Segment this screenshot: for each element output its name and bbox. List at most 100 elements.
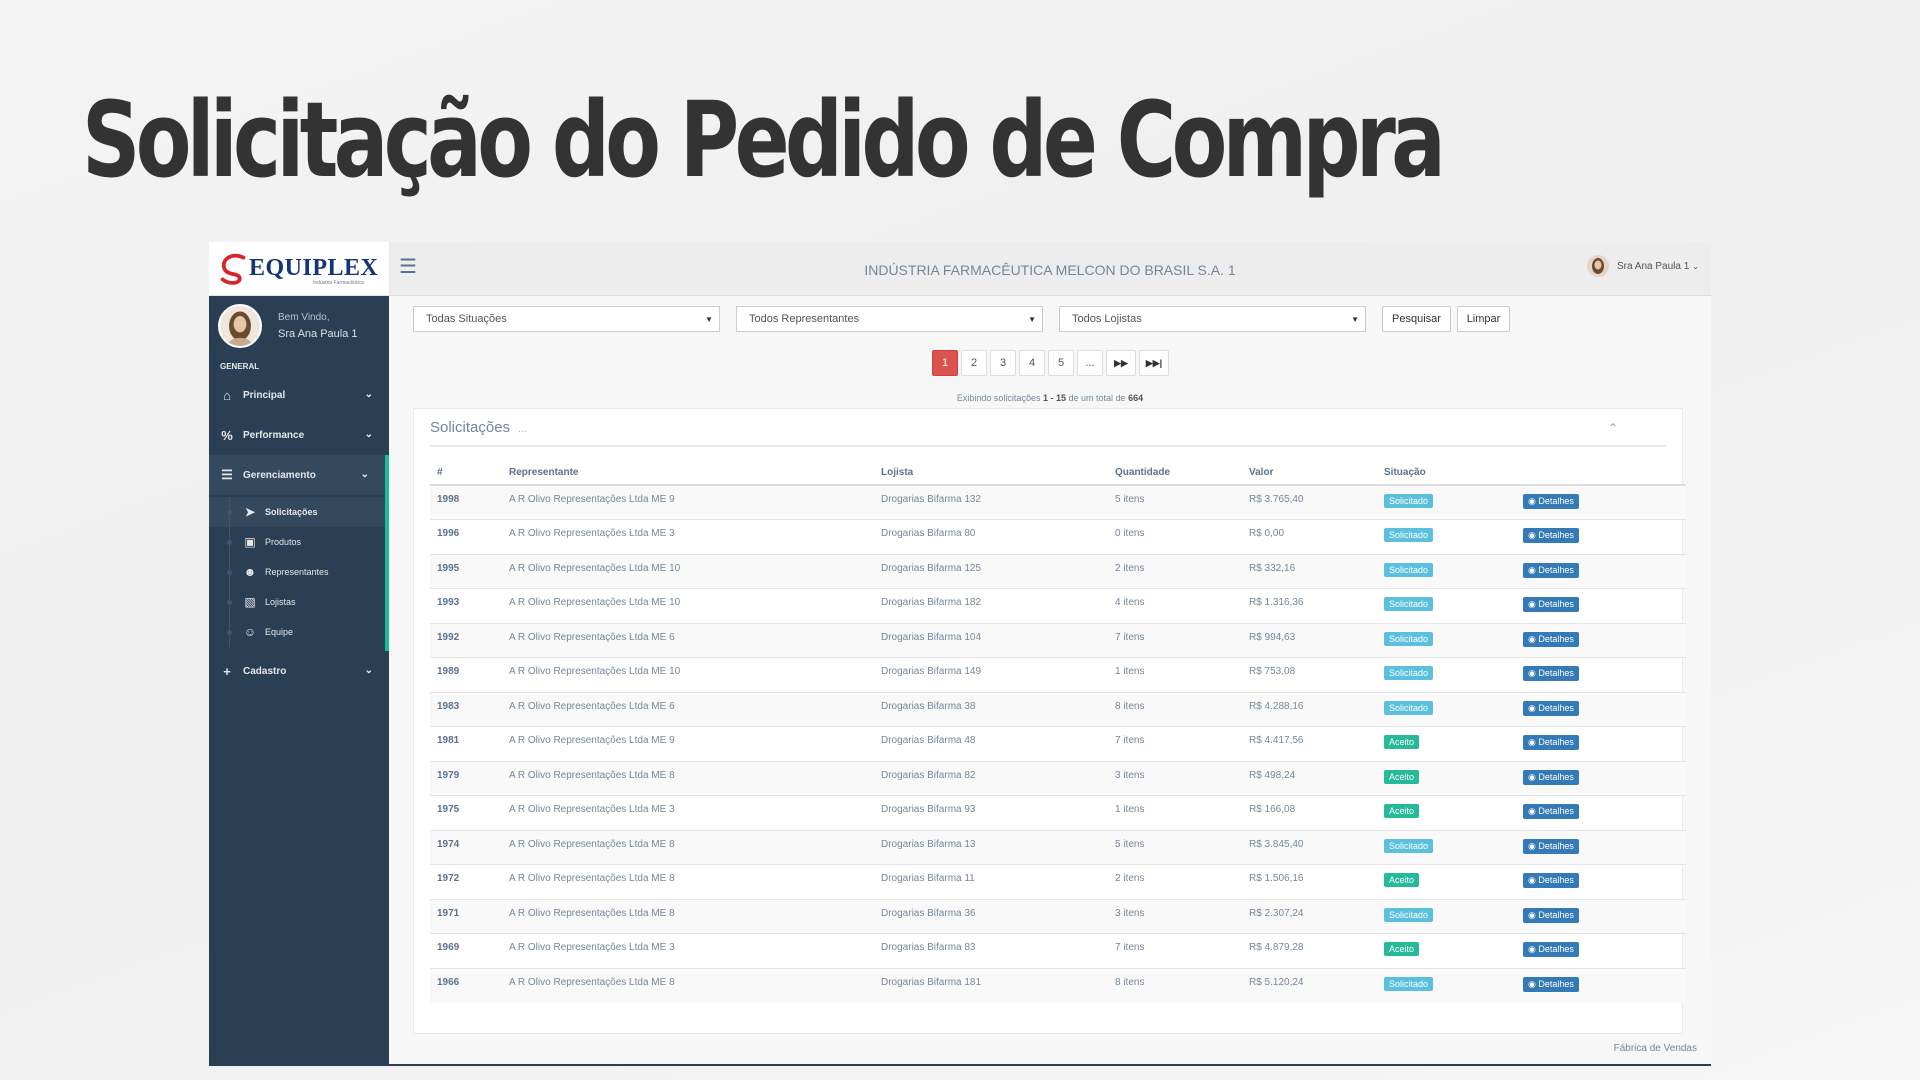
profile-block: Bem Vindo, Sra Ana Paula 1	[209, 296, 389, 354]
col-acoes	[1516, 461, 1686, 486]
cell-quantidade: 7 itens	[1108, 933, 1242, 968]
cell-valor: R$ 5.120,24	[1242, 967, 1377, 1003]
cell-id: 1995	[430, 553, 502, 589]
cell-situacao: Solicitado	[1377, 657, 1516, 692]
details-button[interactable]: ◉ Detalhes	[1523, 597, 1579, 612]
status-badge: Solicitado	[1384, 666, 1434, 680]
cell-acoes: ◉ Detalhes	[1516, 760, 1686, 796]
cell-id: 1993	[430, 588, 502, 623]
cell-situacao: Aceito	[1377, 864, 1516, 899]
status-badge: Solicitado	[1384, 528, 1434, 542]
cell-id: 1972	[430, 864, 502, 899]
logo-swoosh-icon	[220, 253, 246, 285]
situacao-select[interactable]: Todas Situações ▼	[413, 306, 720, 332]
details-button[interactable]: ◉ Detalhes	[1523, 666, 1579, 681]
sidebar-item-equipe[interactable]: ☺ Equipe	[209, 617, 385, 647]
details-button[interactable]: ◉ Detalhes	[1523, 631, 1579, 647]
eye-icon: ◉	[1528, 668, 1539, 678]
table-row: 1995 A R Olivo Representações Ltda ME 10 D…	[430, 553, 1686, 589]
status-badge: Solicitado	[1384, 494, 1434, 508]
sidebar-subitem-label: Representantes	[265, 567, 329, 577]
cell-valor: R$ 994,63	[1242, 622, 1377, 658]
cell-acoes: ◉ Detalhes	[1516, 588, 1686, 623]
page-5-button[interactable]: 5	[1048, 350, 1074, 376]
brand-logo[interactable]: EQUIPLEX Indústria Farmacêutica	[209, 242, 389, 296]
details-button[interactable]: ◉ Detalhes	[1523, 942, 1579, 957]
details-label: Detalhes	[1538, 633, 1574, 644]
plus-icon: +	[223, 663, 231, 679]
representante-select[interactable]: Todos Representantes ▼	[736, 306, 1043, 332]
sidebar-item-cadastro[interactable]: + Cadastro ⌄	[209, 651, 389, 691]
details-button[interactable]: ◉ Detalhes	[1523, 976, 1579, 992]
cell-acoes: ◉ Detalhes	[1516, 898, 1686, 934]
page-ellipsis-button[interactable]: ...	[1077, 350, 1103, 376]
table-row: 1971 A R Olivo Representações Ltda ME 8 Dr…	[430, 898, 1686, 934]
status-badge: Solicitado	[1384, 838, 1434, 853]
caret-down-icon: ▼	[1351, 315, 1359, 324]
submenu-gerenciamento: ➤ Solicitações ▣ Produtos ☻ Representant…	[209, 495, 389, 651]
status-badge: Solicitado	[1384, 907, 1434, 922]
next-page-button[interactable]: ▶▶	[1106, 350, 1136, 376]
chevron-up-icon[interactable]: ⌃	[1608, 421, 1618, 435]
sidebar-item-solicitacoes[interactable]: ➤ Solicitações	[209, 497, 385, 527]
table-row: 1998 A R Olivo Representações Ltda ME 9 Dr…	[430, 484, 1686, 520]
cell-representante: A R Olivo Representações Ltda ME 3	[502, 795, 874, 830]
details-button[interactable]: ◉ Detalhes	[1523, 562, 1579, 578]
representante-value: Todos Representantes	[749, 313, 860, 325]
cell-id: 1981	[430, 726, 502, 761]
results-summary: Exibindo solicitações 1 - 15 de um total…	[389, 393, 1711, 403]
cell-valor: R$ 166,08	[1242, 795, 1377, 830]
clear-button[interactable]: Limpar	[1457, 306, 1510, 332]
details-button[interactable]: ◉ Detalhes	[1523, 769, 1579, 785]
details-label: Detalhes	[1538, 909, 1574, 920]
details-button[interactable]: ◉ Detalhes	[1523, 873, 1579, 888]
details-button[interactable]: ◉ Detalhes	[1523, 804, 1579, 819]
sidebar-item-produtos[interactable]: ▣ Produtos	[209, 527, 385, 557]
brand-subtitle: Indústria Farmacêutica	[313, 280, 364, 286]
lojista-select[interactable]: Todos Lojistas ▼	[1059, 306, 1366, 332]
filter-bar: Todas Situações ▼ Todos Representantes ▼…	[413, 306, 1516, 332]
sidebar-item-lojistas[interactable]: ▧ Lojistas	[209, 587, 385, 617]
panel-title: Solicitações	[430, 418, 511, 436]
cell-id: 1992	[430, 622, 502, 658]
cell-situacao: Aceito	[1377, 760, 1516, 796]
main-content: Todas Situações ▼ Todos Representantes ▼…	[389, 296, 1711, 1064]
search-button[interactable]: Pesquisar	[1382, 306, 1451, 332]
cell-acoes: ◉ Detalhes	[1516, 691, 1686, 727]
details-button[interactable]: ◉ Detalhes	[1523, 700, 1579, 716]
cell-situacao: Solicitado	[1377, 898, 1516, 934]
cell-representante: A R Olivo Representações Ltda ME 3	[502, 519, 874, 554]
details-button[interactable]: ◉ Detalhes	[1523, 907, 1579, 923]
sidebar-item-performance[interactable]: % Performance ⌄	[209, 415, 389, 455]
details-label: Detalhes	[1538, 737, 1574, 747]
user-menu[interactable]: Sra Ana Paula 1 ⌄	[1587, 255, 1699, 277]
cell-valor: R$ 332,16	[1242, 553, 1377, 589]
page-1-button[interactable]: 1	[932, 350, 958, 376]
page-3-button[interactable]: 3	[990, 350, 1016, 376]
sidebar-item-gerenciamento[interactable]: ☰ Gerenciamento ⌄	[209, 455, 389, 495]
sidebar-item-principal[interactable]: ⌂ Principal ⌄	[209, 375, 389, 415]
page-2-button[interactable]: 2	[961, 350, 987, 376]
page-4-button[interactable]: 4	[1019, 350, 1045, 376]
details-button[interactable]: ◉ Detalhes	[1523, 838, 1579, 854]
cell-situacao: Aceito	[1377, 933, 1516, 968]
details-button[interactable]: ◉ Detalhes	[1523, 528, 1579, 543]
cell-id: 1966	[430, 967, 502, 1003]
status-badge: Solicitado	[1384, 976, 1434, 991]
details-button[interactable]: ◉ Detalhes	[1523, 735, 1579, 750]
eye-icon: ◉	[1528, 737, 1539, 747]
cell-acoes: ◉ Detalhes	[1516, 967, 1686, 1003]
cell-id: 1975	[430, 795, 502, 830]
sidebar-item-representantes[interactable]: ☻ Representantes	[209, 557, 385, 587]
last-page-button[interactable]: ▶▶|	[1139, 350, 1169, 376]
details-button[interactable]: ◉ Detalhes	[1523, 494, 1579, 509]
panel-header: Solicitações ... ⌃	[430, 409, 1666, 447]
status-badge: Aceito	[1384, 735, 1420, 749]
sidebar-subitem-label: Lojistas	[265, 597, 296, 607]
top-navbar: ☰ INDÚSTRIA FARMACÊUTICA MELCON DO BRASI…	[389, 242, 1711, 296]
col-quantidade: Quantidade	[1108, 461, 1242, 486]
status-badge: Solicitado	[1384, 562, 1434, 577]
details-label: Detalhes	[1538, 496, 1574, 506]
slide-title: Solicitação do Pedido de Compra	[82, 79, 1446, 201]
summary-total: 664	[1128, 393, 1144, 403]
